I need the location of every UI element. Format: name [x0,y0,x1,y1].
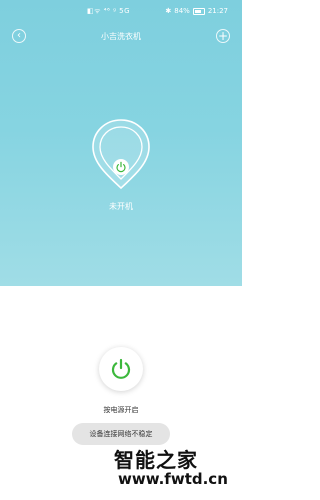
bluetooth-icon: ✱ [165,7,172,15]
status-bar: ◧ᯤ ⁴⁶ ᵍ 5G ✱ 84% 21:27 [0,0,242,20]
nav-bar: ‹ 小吉洗衣机 + [0,24,242,50]
power-hint-label: 按电源开启 [103,406,139,414]
page-title: 小吉洗衣机 [101,32,141,41]
battery-percent: 84% [174,7,190,15]
device-status-text: 未开机 [109,202,133,211]
toast-message: 设备连接网络不稳定 [89,430,153,438]
watermark-title: 智能之家 [114,448,198,472]
network-toast: 设备连接网络不稳定 [72,423,170,445]
add-button[interactable]: + [216,29,230,43]
washer-drop-icon [92,119,150,190]
power-button[interactable] [99,347,143,391]
clock: 21:27 [207,7,228,15]
plus-icon: + [217,29,229,43]
hero-panel: ◧ᯤ ⁴⁶ ᵍ 5G ✱ 84% 21:27 ‹ 小吉洗衣机 + 未开机 [0,0,242,286]
battery-icon [192,7,205,15]
status-right: ✱ 84% 21:27 [165,7,228,15]
watermark-url: www.fwtd.cn [118,470,228,488]
power-icon [111,358,131,379]
signal-indicators: ◧ᯤ ⁴⁶ ᵍ 5G [87,7,131,15]
